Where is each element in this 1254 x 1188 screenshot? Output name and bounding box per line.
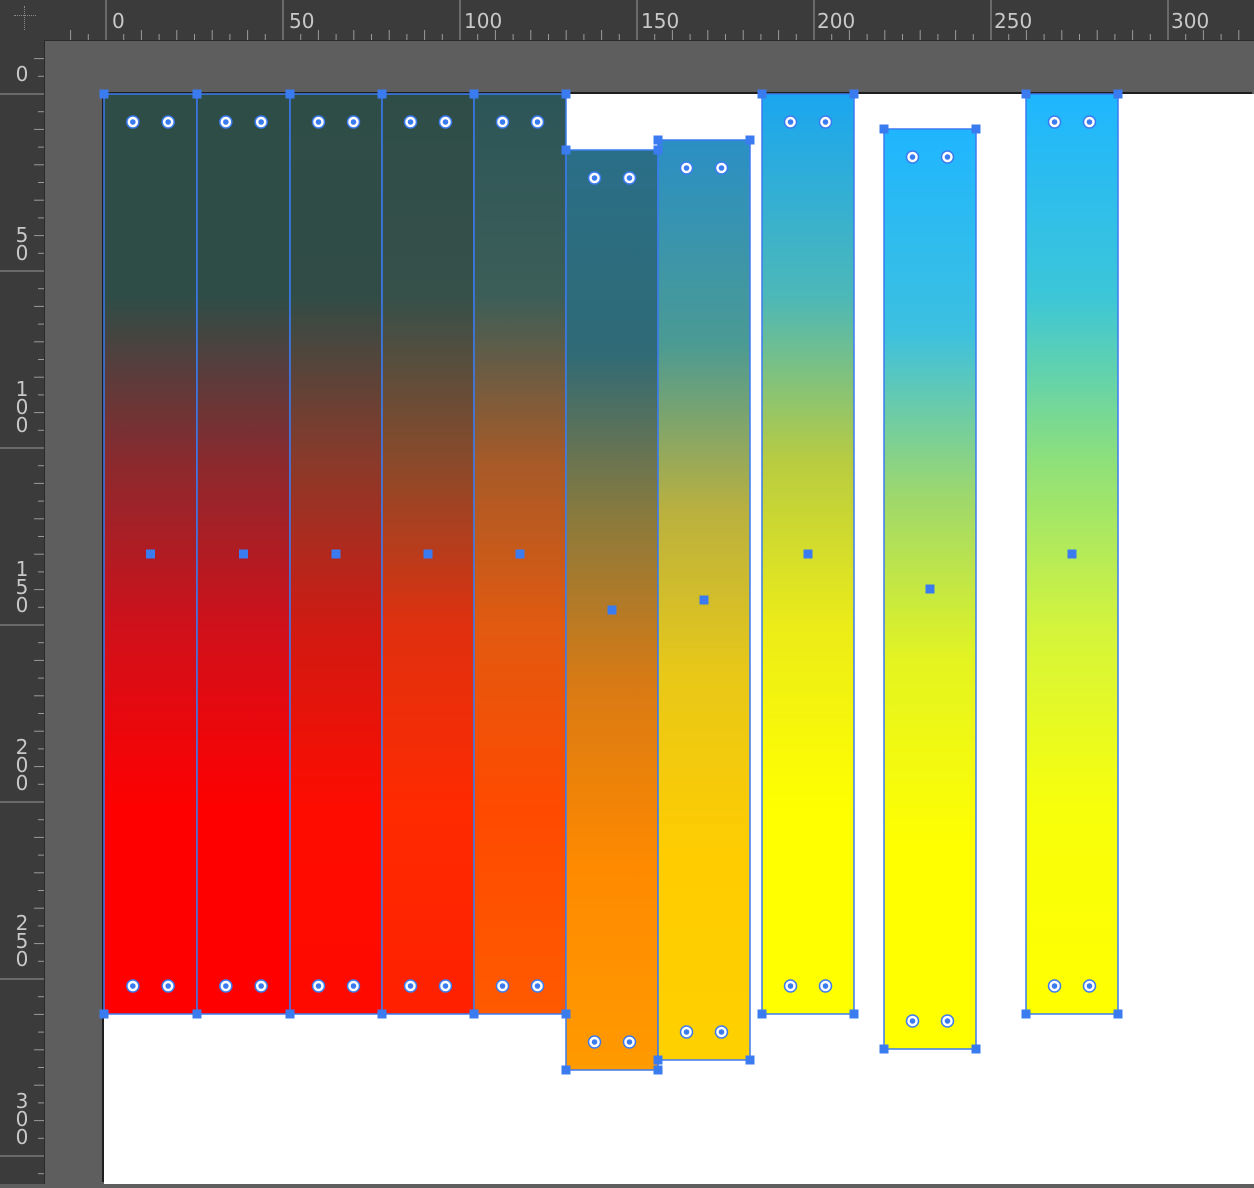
gradient-point-dot (718, 1029, 725, 1035)
gradient-point-dot (787, 983, 794, 989)
gradient-point-dot (591, 1039, 598, 1045)
resize-handle[interactable] (561, 89, 571, 99)
resize-handle[interactable] (1021, 1009, 1031, 1019)
center-point-handle[interactable] (331, 549, 341, 559)
strip-6[interactable] (565, 149, 659, 1071)
gradient-point-dot (258, 119, 264, 125)
resize-handle[interactable] (879, 124, 889, 134)
gradient-point-dot (130, 119, 136, 125)
center-point-handle[interactable] (423, 549, 433, 559)
resize-handle[interactable] (285, 89, 295, 99)
gradient-point-dot (165, 983, 171, 989)
resize-handle[interactable] (653, 145, 663, 155)
strip-4[interactable] (381, 93, 475, 1015)
resize-handle[interactable] (849, 89, 859, 99)
strip-3[interactable] (289, 93, 383, 1015)
resize-handle[interactable] (1113, 89, 1123, 99)
resize-handle[interactable] (745, 1055, 755, 1065)
strip-8[interactable] (761, 93, 855, 1015)
resize-handle[interactable] (971, 124, 981, 134)
gradient-point-dot (944, 1018, 951, 1024)
resize-handle[interactable] (99, 1009, 109, 1019)
gradient-point-dot (909, 154, 916, 160)
resize-handle[interactable] (561, 1009, 571, 1019)
gradient-point-dot (591, 175, 598, 181)
resize-handle[interactable] (653, 1055, 663, 1065)
gradient-point-dot (822, 983, 829, 989)
resize-handle[interactable] (879, 1044, 889, 1054)
gradient-point-dot (258, 983, 264, 989)
gradient-point-dot (626, 175, 633, 181)
gradient-point-dot (1051, 119, 1058, 125)
resize-handle[interactable] (99, 89, 109, 99)
resize-handle[interactable] (653, 135, 663, 145)
resize-handle[interactable] (377, 1009, 387, 1019)
center-point-handle[interactable] (925, 584, 935, 594)
center-point-handle[interactable] (803, 549, 813, 559)
strip-9[interactable] (883, 128, 977, 1050)
gradient-point-dot (822, 119, 829, 125)
gradient-point-dot (350, 119, 357, 125)
resize-handle[interactable] (971, 1044, 981, 1054)
resize-handle[interactable] (757, 1009, 767, 1019)
gradient-point-dot (534, 119, 541, 125)
resize-handle[interactable] (1113, 1009, 1123, 1019)
resize-handle[interactable] (561, 1065, 571, 1075)
strip-1[interactable] (103, 93, 198, 1015)
center-point-handle[interactable] (515, 549, 525, 559)
gradient-point-dot (315, 119, 322, 125)
gradient-point-dot (626, 1039, 633, 1045)
gradient-point-dot (718, 165, 725, 171)
gradient-point-dot (130, 983, 136, 989)
gradient-point-dot (442, 119, 449, 125)
gradient-point-dot (1086, 983, 1093, 989)
gradient-point-dot (1051, 983, 1058, 989)
resize-handle[interactable] (849, 1009, 859, 1019)
gradient-point-dot (683, 165, 690, 171)
gradient-point-dot (407, 983, 414, 989)
resize-handle[interactable] (757, 89, 767, 99)
center-point-handle[interactable] (239, 549, 248, 559)
gradient-point-dot (1086, 119, 1093, 125)
gradient-point-dot (944, 154, 951, 160)
resize-handle[interactable] (469, 1009, 479, 1019)
gradient-point-dot (442, 983, 449, 989)
strip-10[interactable] (1025, 93, 1119, 1015)
gradient-point-dot (787, 119, 794, 125)
center-point-handle[interactable] (699, 595, 709, 605)
gradient-point-dot (350, 983, 357, 989)
gradient-point-dot (499, 983, 506, 989)
strip-2[interactable] (196, 93, 291, 1015)
resize-handle[interactable] (192, 1009, 202, 1019)
canvas-objects[interactable] (0, 0, 1254, 1184)
gradient-point-dot (909, 1018, 916, 1024)
resize-handle[interactable] (469, 89, 479, 99)
resize-handle[interactable] (745, 135, 755, 145)
gradient-point-dot (165, 119, 171, 125)
center-point-handle[interactable] (1067, 549, 1077, 559)
gradient-point-dot (315, 983, 322, 989)
gradient-point-dot (407, 119, 414, 125)
resize-handle[interactable] (285, 1009, 295, 1019)
gradient-point-dot (223, 983, 229, 989)
resize-handle[interactable] (377, 89, 387, 99)
resize-handle[interactable] (1021, 89, 1031, 99)
center-point-handle[interactable] (607, 605, 617, 615)
gradient-point-dot (683, 1029, 690, 1035)
resize-handle[interactable] (653, 1065, 663, 1075)
strip-5[interactable] (473, 93, 567, 1015)
resize-handle[interactable] (192, 89, 202, 99)
strip-7[interactable] (657, 139, 751, 1061)
gradient-point-dot (499, 119, 506, 125)
resize-handle[interactable] (561, 145, 571, 155)
gradient-point-dot (534, 983, 541, 989)
gradient-point-dot (223, 119, 229, 125)
center-point-handle[interactable] (146, 549, 155, 559)
